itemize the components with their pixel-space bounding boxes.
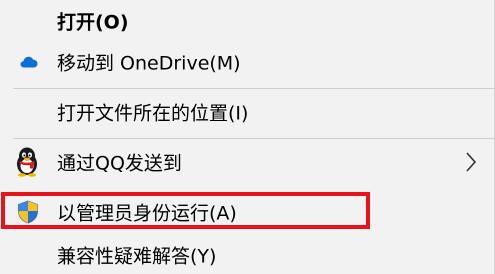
menu-item-compatibility-troubleshoot[interactable]: 兼容性疑难解答(Y)	[0, 236, 495, 274]
menu-item-move-to-onedrive[interactable]: 移动到 OneDrive(M)	[0, 43, 495, 81]
context-menu: 打开(O) 移动到 OneDrive(M) 打开文件所在的位置(I) 通过QQ发…	[0, 0, 495, 274]
menu-item-label: 通过QQ发送到	[57, 152, 182, 175]
menu-item-label: 移动到 OneDrive(M)	[57, 52, 241, 75]
qq-penguin-icon	[17, 147, 37, 177]
menu-separator	[13, 138, 495, 139]
menu-item-open[interactable]: 打开(O)	[0, 2, 495, 40]
chevron-right-icon	[466, 152, 477, 172]
uac-shield-icon	[18, 200, 38, 224]
menu-item-label: 以管理员身份运行(A)	[57, 202, 237, 225]
menu-item-label: 兼容性疑难解答(Y)	[57, 245, 217, 268]
menu-separator	[13, 88, 495, 89]
menu-item-send-via-qq[interactable]: 通过QQ发送到	[0, 143, 495, 181]
menu-item-label: 打开(O)	[57, 11, 129, 34]
menu-item-run-as-admin[interactable]: 以管理员身份运行(A)	[0, 193, 495, 231]
menu-item-open-file-location[interactable]: 打开文件所在的位置(I)	[0, 93, 495, 131]
onedrive-cloud-icon	[20, 56, 38, 68]
menu-item-label: 打开文件所在的位置(I)	[57, 102, 249, 125]
